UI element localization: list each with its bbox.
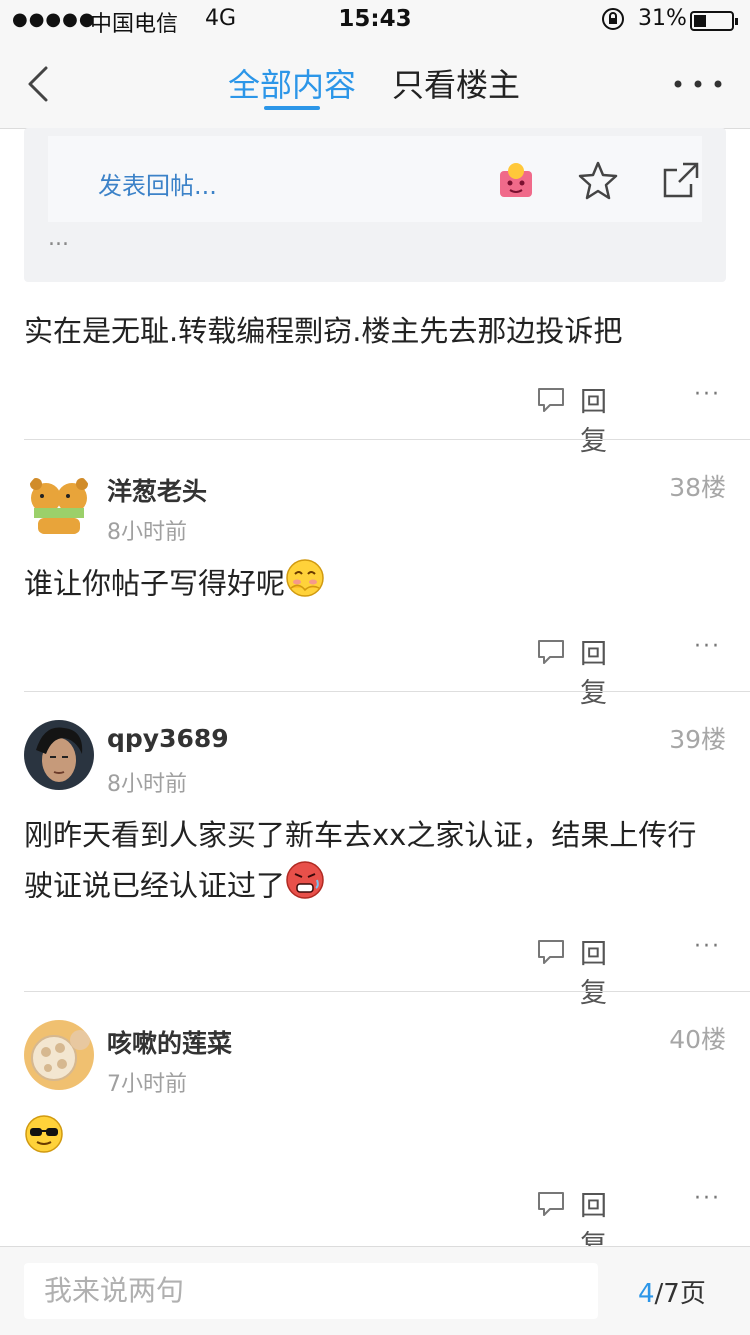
username[interactable]: 洋葱老头 bbox=[107, 472, 207, 508]
post-more-button[interactable]: ··· bbox=[694, 382, 721, 407]
post-time: 7小时前 bbox=[107, 1072, 187, 1097]
comment-icon bbox=[536, 638, 566, 670]
current-page: 4 bbox=[638, 1279, 655, 1309]
post-more-button[interactable]: ··· bbox=[694, 1186, 721, 1211]
quote-ellipsis: ... bbox=[48, 226, 69, 251]
status-bar: ●●●●● 中国电信 4G 15:43 31% bbox=[0, 0, 750, 40]
back-button[interactable] bbox=[22, 62, 62, 106]
floor-number: 38楼 bbox=[669, 473, 726, 502]
bottom-bar: 我来说两句 4/7页 bbox=[0, 1246, 750, 1335]
gift-icon[interactable] bbox=[496, 161, 536, 205]
comment-icon bbox=[536, 938, 566, 970]
comment-icon bbox=[536, 1190, 566, 1222]
active-tab-indicator bbox=[264, 106, 320, 110]
username[interactable]: 咳嗽的莲菜 bbox=[107, 1024, 232, 1060]
angry-red-emoji-icon bbox=[285, 860, 325, 915]
battery-icon bbox=[690, 11, 738, 31]
post-more-button[interactable]: ··· bbox=[694, 934, 721, 959]
post-text: 谁让你帖子写得好呢 bbox=[24, 566, 286, 601]
post-content bbox=[24, 1114, 724, 1169]
floor-number: 40楼 bbox=[669, 1025, 726, 1054]
share-icon[interactable] bbox=[661, 160, 701, 204]
quoted-post-card: 发表回帖... ... bbox=[24, 128, 726, 282]
post-item: 咳嗽的莲菜 7小时前 40楼 回复 ··· bbox=[0, 992, 750, 1261]
post-text: 刚昨天看到人家买了新车去xx之家认证，结果上传行驶证说已经认证过了 bbox=[24, 818, 697, 903]
shy-smile-emoji-icon bbox=[285, 558, 325, 613]
post-time: 8小时前 bbox=[107, 772, 187, 797]
post-item: 实在是无耻.转载编程剽窃.楼主先去那边投诉把 回复 ··· bbox=[0, 282, 750, 457]
comment-input[interactable]: 我来说两句 bbox=[24, 1263, 598, 1319]
total-pages: /7页 bbox=[654, 1279, 706, 1309]
avatar[interactable] bbox=[24, 1020, 94, 1090]
avatar[interactable] bbox=[24, 468, 94, 538]
avatar[interactable] bbox=[24, 720, 94, 790]
post-item: qpy3689 8小时前 39楼 刚昨天看到人家买了新车去xx之家认证，结果上传… bbox=[0, 692, 750, 1009]
post-time: 8小时前 bbox=[107, 520, 187, 545]
star-icon[interactable] bbox=[578, 160, 618, 204]
battery-percent: 31% bbox=[638, 6, 687, 31]
post-content: 谁让你帖子写得好呢 bbox=[24, 558, 724, 613]
more-dots-icon bbox=[674, 80, 722, 88]
chevron-left-icon bbox=[28, 66, 48, 102]
page-indicator[interactable]: 4/7页 bbox=[638, 1273, 706, 1310]
post-more-button[interactable]: ··· bbox=[694, 634, 721, 659]
post-content: 实在是无耻.转载编程剽窃.楼主先去那边投诉把 bbox=[24, 314, 623, 348]
tab-op-only[interactable]: 只看楼主 bbox=[392, 60, 520, 106]
post-reply-link[interactable]: 发表回帖... bbox=[98, 166, 217, 201]
tab-all-content[interactable]: 全部内容 bbox=[228, 60, 356, 106]
more-options-button[interactable] bbox=[670, 62, 726, 102]
username[interactable]: qpy3689 bbox=[107, 724, 229, 753]
nav-bar: 全部内容 只看楼主 bbox=[0, 40, 750, 129]
sunglasses-emoji-icon bbox=[24, 1114, 64, 1169]
post-content: 刚昨天看到人家买了新车去xx之家认证，结果上传行驶证说已经认证过了 bbox=[24, 810, 724, 915]
quoted-post-toolbar: 发表回帖... bbox=[48, 136, 702, 222]
comment-icon bbox=[536, 386, 566, 418]
floor-number: 39楼 bbox=[669, 725, 726, 754]
post-item: 洋葱老头 8小时前 38楼 谁让你帖子写得好呢 回复 ··· bbox=[0, 440, 750, 709]
rotation-lock-icon bbox=[600, 6, 626, 38]
